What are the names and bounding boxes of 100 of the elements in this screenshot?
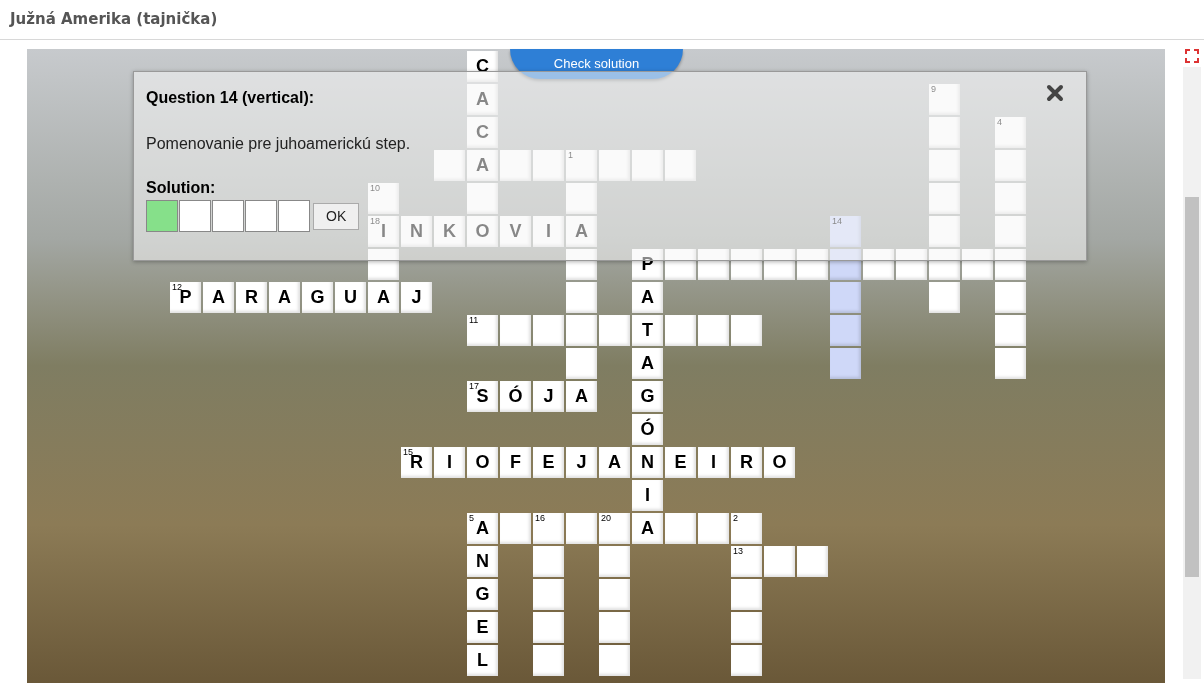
crossword-cell[interactable] bbox=[566, 348, 597, 379]
crossword-cell[interactable]: A bbox=[368, 282, 399, 313]
crossword-cell[interactable] bbox=[995, 282, 1026, 313]
crossword-cell[interactable] bbox=[533, 579, 564, 610]
solution-box[interactable] bbox=[245, 200, 277, 232]
crossword-cell[interactable] bbox=[797, 546, 828, 577]
crossword-cell[interactable] bbox=[566, 183, 597, 214]
crossword-cell[interactable] bbox=[533, 612, 564, 643]
crossword-cell[interactable]: L bbox=[467, 645, 498, 676]
crossword-cell[interactable] bbox=[500, 150, 531, 181]
crossword-cell[interactable] bbox=[599, 612, 630, 643]
crossword-cell[interactable] bbox=[929, 282, 960, 313]
crossword-cell[interactable]: E bbox=[665, 447, 696, 478]
crossword-cell[interactable] bbox=[995, 183, 1026, 214]
crossword-cell[interactable]: A bbox=[599, 447, 630, 478]
crossword-cell[interactable] bbox=[533, 546, 564, 577]
crossword-cell[interactable]: A bbox=[632, 282, 663, 313]
solution-box[interactable] bbox=[179, 200, 211, 232]
crossword-cell[interactable] bbox=[995, 216, 1026, 247]
crossword-cell[interactable] bbox=[830, 249, 861, 280]
crossword-cell[interactable]: G bbox=[467, 579, 498, 610]
crossword-cell[interactable] bbox=[830, 282, 861, 313]
crossword-cell[interactable]: T bbox=[632, 315, 663, 346]
ok-button[interactable]: OK bbox=[313, 202, 360, 230]
crossword-cell[interactable] bbox=[566, 513, 597, 544]
crossword-cell[interactable] bbox=[896, 249, 927, 280]
crossword-cell[interactable]: 11 bbox=[467, 315, 498, 346]
crossword-cell[interactable] bbox=[764, 546, 795, 577]
crossword-cell[interactable]: E bbox=[467, 612, 498, 643]
crossword-cell[interactable] bbox=[929, 117, 960, 148]
crossword-cell[interactable] bbox=[929, 216, 960, 247]
crossword-cell[interactable]: F bbox=[500, 447, 531, 478]
crossword-cell[interactable] bbox=[995, 348, 1026, 379]
crossword-cell[interactable]: U bbox=[335, 282, 366, 313]
crossword-cell[interactable]: Ó bbox=[500, 381, 531, 412]
crossword-cell[interactable] bbox=[533, 150, 564, 181]
crossword-cell[interactable] bbox=[599, 645, 630, 676]
crossword-cell[interactable] bbox=[797, 249, 828, 280]
crossword-cell[interactable]: J bbox=[401, 282, 432, 313]
crossword-cell[interactable] bbox=[830, 348, 861, 379]
crossword-cell[interactable]: N bbox=[632, 447, 663, 478]
crossword-cell[interactable]: A bbox=[632, 348, 663, 379]
crossword-cell[interactable]: N bbox=[467, 546, 498, 577]
crossword-cell[interactable]: 20 bbox=[599, 513, 630, 544]
crossword-cell[interactable]: R bbox=[731, 447, 762, 478]
crossword-cell[interactable] bbox=[731, 249, 762, 280]
solution-box[interactable] bbox=[212, 200, 244, 232]
crossword-cell[interactable] bbox=[665, 315, 696, 346]
check-solution-button[interactable]: Check solution bbox=[510, 49, 683, 79]
crossword-cell[interactable]: E bbox=[533, 447, 564, 478]
crossword-cell[interactable] bbox=[863, 249, 894, 280]
crossword-cell[interactable] bbox=[599, 150, 630, 181]
crossword-cell[interactable]: G bbox=[302, 282, 333, 313]
solution-box[interactable] bbox=[146, 200, 178, 232]
crossword-cell[interactable] bbox=[599, 315, 630, 346]
crossword-cell[interactable]: I bbox=[698, 447, 729, 478]
crossword-cell[interactable]: I bbox=[434, 447, 465, 478]
crossword-cell[interactable]: A bbox=[566, 381, 597, 412]
crossword-cell[interactable] bbox=[533, 645, 564, 676]
crossword-cell[interactable]: A bbox=[203, 282, 234, 313]
crossword-cell[interactable] bbox=[731, 579, 762, 610]
crossword-cell[interactable]: O bbox=[764, 447, 795, 478]
crossword-cell[interactable] bbox=[665, 150, 696, 181]
crossword-cell[interactable]: I bbox=[632, 480, 663, 511]
crossword-cell[interactable] bbox=[566, 249, 597, 280]
solution-box[interactable] bbox=[278, 200, 310, 232]
crossword-cell[interactable] bbox=[698, 513, 729, 544]
crossword-cell[interactable] bbox=[929, 150, 960, 181]
crossword-cell[interactable] bbox=[962, 249, 993, 280]
fullscreen-icon[interactable] bbox=[1185, 49, 1199, 63]
crossword-cell[interactable]: 13 bbox=[731, 546, 762, 577]
crossword-cell[interactable]: 16 bbox=[533, 513, 564, 544]
crossword-cell[interactable] bbox=[500, 513, 531, 544]
crossword-cell[interactable] bbox=[731, 645, 762, 676]
close-icon[interactable] bbox=[1046, 84, 1064, 102]
crossword-cell[interactable] bbox=[731, 315, 762, 346]
crossword-cell[interactable] bbox=[929, 183, 960, 214]
crossword-cell[interactable] bbox=[731, 612, 762, 643]
crossword-cell[interactable] bbox=[995, 249, 1026, 280]
crossword-cell[interactable] bbox=[632, 150, 663, 181]
crossword-cell[interactable]: J bbox=[533, 381, 564, 412]
crossword-cell[interactable]: J bbox=[566, 447, 597, 478]
crossword-cell[interactable] bbox=[566, 315, 597, 346]
crossword-cell[interactable] bbox=[533, 315, 564, 346]
crossword-cell[interactable] bbox=[467, 183, 498, 214]
crossword-cell[interactable] bbox=[665, 249, 696, 280]
crossword-cell[interactable] bbox=[929, 249, 960, 280]
crossword-cell[interactable] bbox=[698, 249, 729, 280]
crossword-cell[interactable] bbox=[764, 249, 795, 280]
crossword-cell[interactable] bbox=[698, 315, 729, 346]
crossword-cell[interactable] bbox=[368, 249, 399, 280]
crossword-cell[interactable]: Ó bbox=[632, 414, 663, 445]
crossword-cell[interactable] bbox=[995, 150, 1026, 181]
crossword-cell[interactable]: A bbox=[269, 282, 300, 313]
crossword-cell[interactable] bbox=[434, 150, 465, 181]
crossword-cell[interactable] bbox=[500, 315, 531, 346]
crossword-cell[interactable] bbox=[566, 282, 597, 313]
crossword-cell[interactable]: A bbox=[632, 513, 663, 544]
crossword-cell[interactable]: O bbox=[467, 447, 498, 478]
crossword-cell[interactable] bbox=[599, 579, 630, 610]
